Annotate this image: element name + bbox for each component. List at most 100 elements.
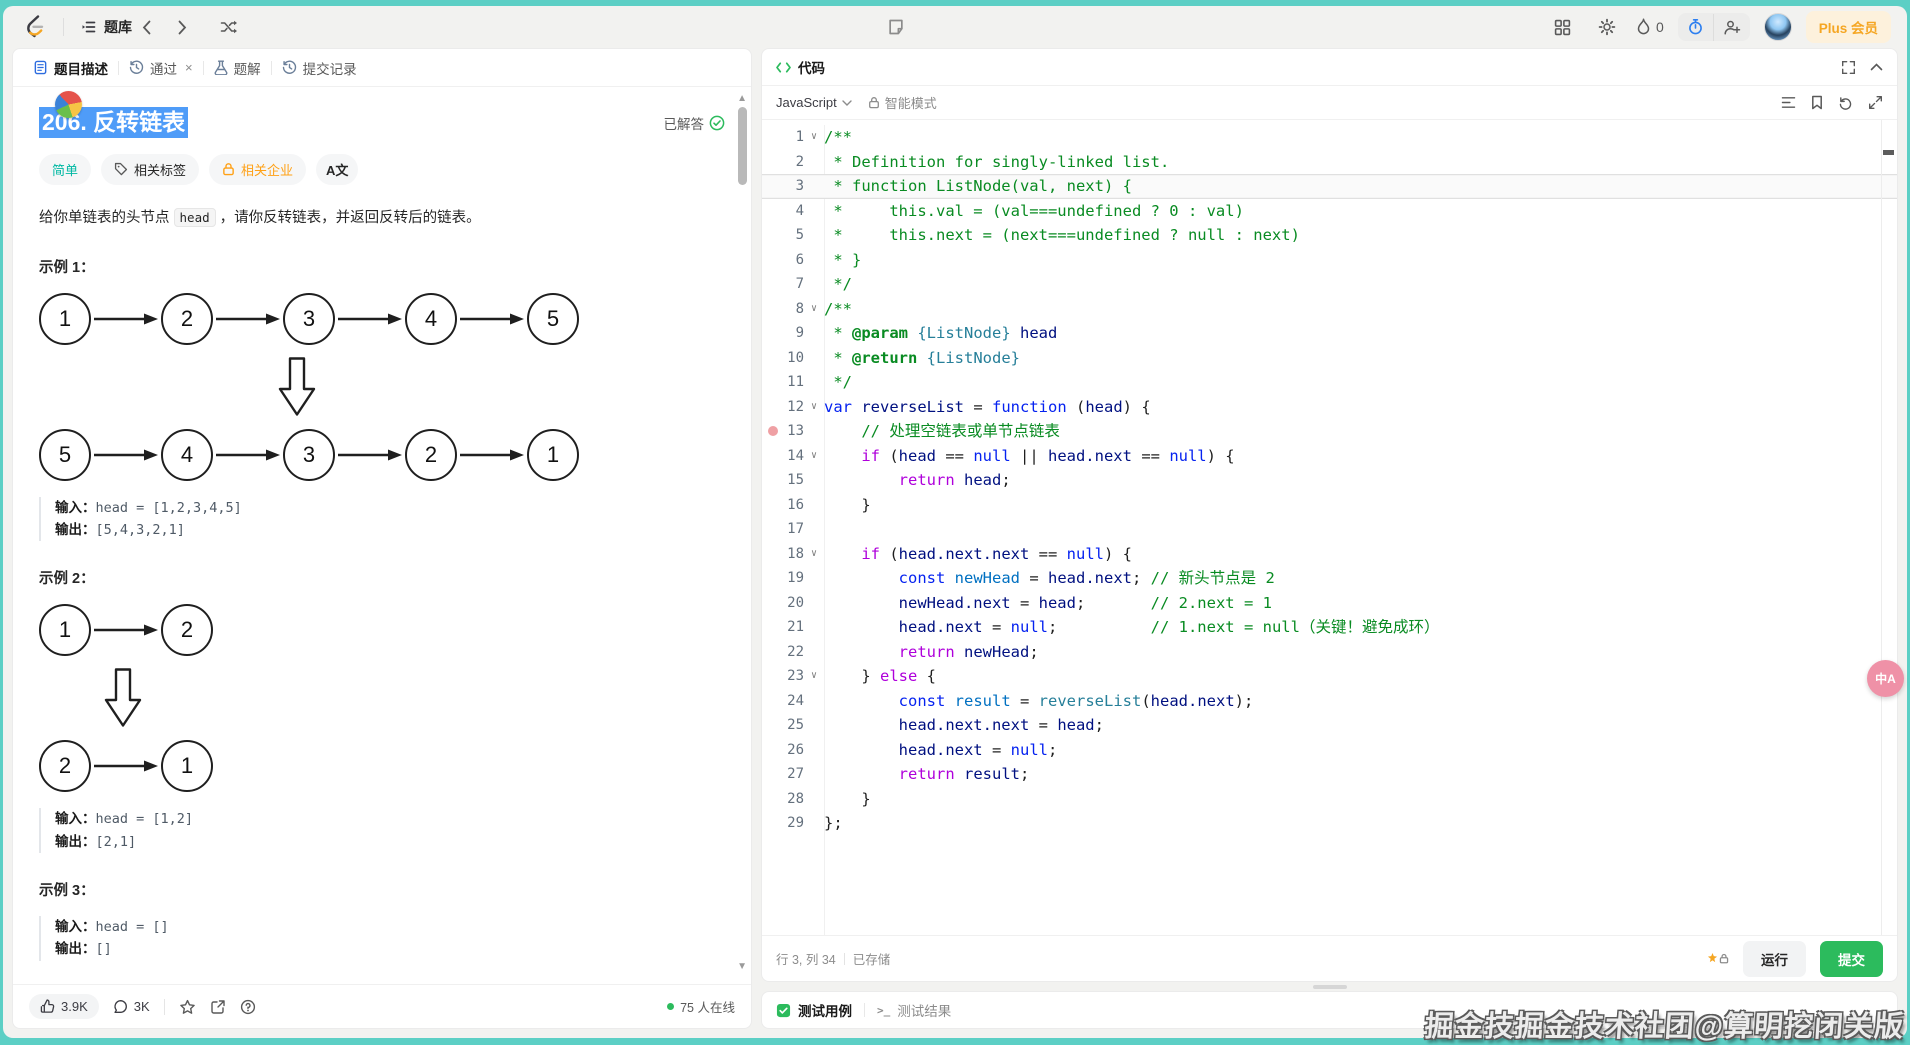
close-tab-icon[interactable]: ×	[185, 60, 193, 75]
premium-button[interactable]: Plus 会员	[1806, 11, 1891, 43]
code-line[interactable]: 21 head.next = null; // 1.next = null（关键…	[762, 615, 1897, 640]
code-line[interactable]: 11 */	[762, 370, 1897, 395]
problem-list-icon	[78, 12, 98, 42]
panel-resize-handle[interactable]	[1313, 985, 1347, 989]
list-node: 3	[283, 293, 335, 345]
submit-button[interactable]: 提交	[1820, 941, 1883, 977]
code-line[interactable]: 17	[762, 517, 1897, 542]
scrollbar-thumb[interactable]	[738, 107, 747, 185]
feedback-question-icon[interactable]	[240, 999, 256, 1015]
code-line[interactable]: 24 const result = reverseList(head.next)…	[762, 689, 1897, 714]
problemset-nav[interactable]: 题库	[78, 12, 132, 42]
line-number: 10	[762, 346, 804, 371]
star-icon[interactable]	[179, 999, 196, 1015]
code-line[interactable]: 8∨/**	[762, 297, 1897, 322]
forward-arrow-icon[interactable]	[178, 20, 204, 35]
code-line[interactable]: 26 head.next = null;	[762, 738, 1897, 763]
settings-gear-icon[interactable]	[1592, 12, 1622, 42]
like-button[interactable]: 3.9K	[29, 994, 99, 1019]
related-tags-button[interactable]: 相关标签	[101, 154, 199, 185]
code-line[interactable]: 19 const newHead = head.next; // 新头节点是 2	[762, 566, 1897, 591]
code-line[interactable]: 6 * }	[762, 248, 1897, 273]
history-icon	[129, 60, 144, 75]
debug-locked-icon[interactable]	[1707, 953, 1729, 964]
tab-test-result[interactable]: >_ 测试结果	[877, 1000, 951, 1020]
code-line[interactable]: 29};	[762, 811, 1897, 836]
code-line[interactable]: 28 }	[762, 787, 1897, 812]
code-line[interactable]: 15 return head;	[762, 468, 1897, 493]
code-line[interactable]: 7 */	[762, 272, 1897, 297]
maximize-editor-icon[interactable]	[1868, 95, 1883, 110]
fullscreen-icon[interactable]	[1841, 60, 1856, 75]
tab-accepted[interactable]: 通过×	[119, 49, 203, 86]
tab-description[interactable]: 题目描述	[23, 49, 118, 86]
code-line[interactable]: 3 * function ListNode(val, next) {	[762, 174, 1897, 199]
streak-counter[interactable]: 0	[1636, 18, 1664, 36]
breakpoint-dot[interactable]	[768, 426, 778, 436]
tab-testcase[interactable]: 测试用例	[776, 1000, 852, 1020]
code-line[interactable]: 4 * this.val = (val===undefined ? 0 : va…	[762, 199, 1897, 224]
code-line[interactable]: 1∨/**	[762, 125, 1897, 150]
fold-chevron-icon[interactable]: ∨	[804, 444, 824, 469]
fold-chevron-icon[interactable]: ∨	[804, 297, 824, 322]
code-line[interactable]: 25 head.next.next = head;	[762, 713, 1897, 738]
list-node: 2	[39, 740, 91, 792]
scroll-down-arrow[interactable]: ▼	[737, 961, 747, 972]
collapse-chevron-icon[interactable]	[1870, 63, 1883, 71]
tab-submissions[interactable]: 提交记录	[272, 49, 367, 86]
comments-button[interactable]: 3K	[113, 999, 150, 1014]
code-line[interactable]: 16 }	[762, 493, 1897, 518]
code-editor-area[interactable]: 1∨/**2 * Definition for singly-linked li…	[762, 120, 1897, 935]
fold-chevron-icon[interactable]: ∨	[804, 664, 824, 689]
arrow-right-icon	[338, 448, 402, 462]
fold-chevron-icon[interactable]: ∨	[804, 542, 824, 567]
timer-button[interactable]	[1678, 13, 1713, 41]
code-line[interactable]: 27 return result;	[762, 762, 1897, 787]
fold-gutter	[804, 762, 824, 787]
leetcode-logo[interactable]	[19, 12, 49, 42]
code-text: */	[824, 272, 852, 297]
language-selector[interactable]: JavaScript	[776, 95, 852, 110]
cursor-position: 行 3, 列 34	[776, 949, 836, 968]
invite-user-button[interactable]	[1713, 14, 1750, 41]
code-line[interactable]: 14∨ if (head == null || head.next == nul…	[762, 444, 1897, 469]
arrow-down-icon	[103, 668, 725, 728]
back-arrow-icon[interactable]	[142, 20, 168, 35]
shuffle-icon[interactable]	[214, 12, 244, 42]
language-toggle-button[interactable]: A文	[316, 154, 358, 185]
line-number: 25	[762, 713, 804, 738]
line-number: 5	[762, 223, 804, 248]
code-line[interactable]: 23∨ } else {	[762, 664, 1897, 689]
code-line[interactable]: 2 * Definition for singly-linked list.	[762, 150, 1897, 175]
code-line[interactable]: 12∨var reverseList = function (head) {	[762, 395, 1897, 420]
format-code-icon[interactable]	[1781, 96, 1796, 109]
code-line[interactable]: 20 newHead.next = head; // 2.next = 1	[762, 591, 1897, 616]
user-avatar[interactable]	[1764, 13, 1792, 41]
smart-mode-toggle[interactable]: 智能模式	[868, 93, 937, 112]
code-line[interactable]: 9 * @param {ListNode} head	[762, 321, 1897, 346]
line-number: 24	[762, 689, 804, 714]
reset-code-icon[interactable]	[1838, 95, 1853, 110]
related-companies-button[interactable]: 相关企业	[209, 154, 306, 185]
fold-gutter	[804, 419, 824, 444]
scroll-up-arrow[interactable]: ▲	[737, 93, 747, 104]
fold-chevron-icon[interactable]: ∨	[804, 125, 824, 150]
bookmark-icon[interactable]	[1811, 95, 1823, 110]
code-line[interactable]: 18∨ if (head.next.next == null) {	[762, 542, 1897, 567]
layout-grid-icon[interactable]	[1548, 12, 1578, 42]
run-button[interactable]: 运行	[1743, 941, 1806, 977]
editor-scrollbar-track[interactable]	[1881, 120, 1882, 935]
code-line[interactable]: 5 * this.next = (next===undefined ? null…	[762, 223, 1897, 248]
divider	[164, 999, 165, 1015]
watermark-text: 掘金技掘金技术社团@算明挖闭关版	[1423, 1003, 1905, 1045]
tab-solutions[interactable]: 题解	[204, 49, 271, 86]
fold-chevron-icon[interactable]: ∨	[804, 395, 824, 420]
note-icon[interactable]	[881, 12, 911, 42]
code-line[interactable]: 22 return newHead;	[762, 640, 1897, 665]
line-number: 15	[762, 468, 804, 493]
share-icon[interactable]	[210, 999, 226, 1015]
code-line[interactable]: 10 * @return {ListNode}	[762, 346, 1897, 371]
code-text: * this.val = (val===undefined ? 0 : val)	[824, 199, 1244, 224]
translate-floating-button[interactable]: 中A	[1867, 660, 1904, 697]
code-line[interactable]: 13 // 处理空链表或单节点链表	[762, 419, 1897, 444]
